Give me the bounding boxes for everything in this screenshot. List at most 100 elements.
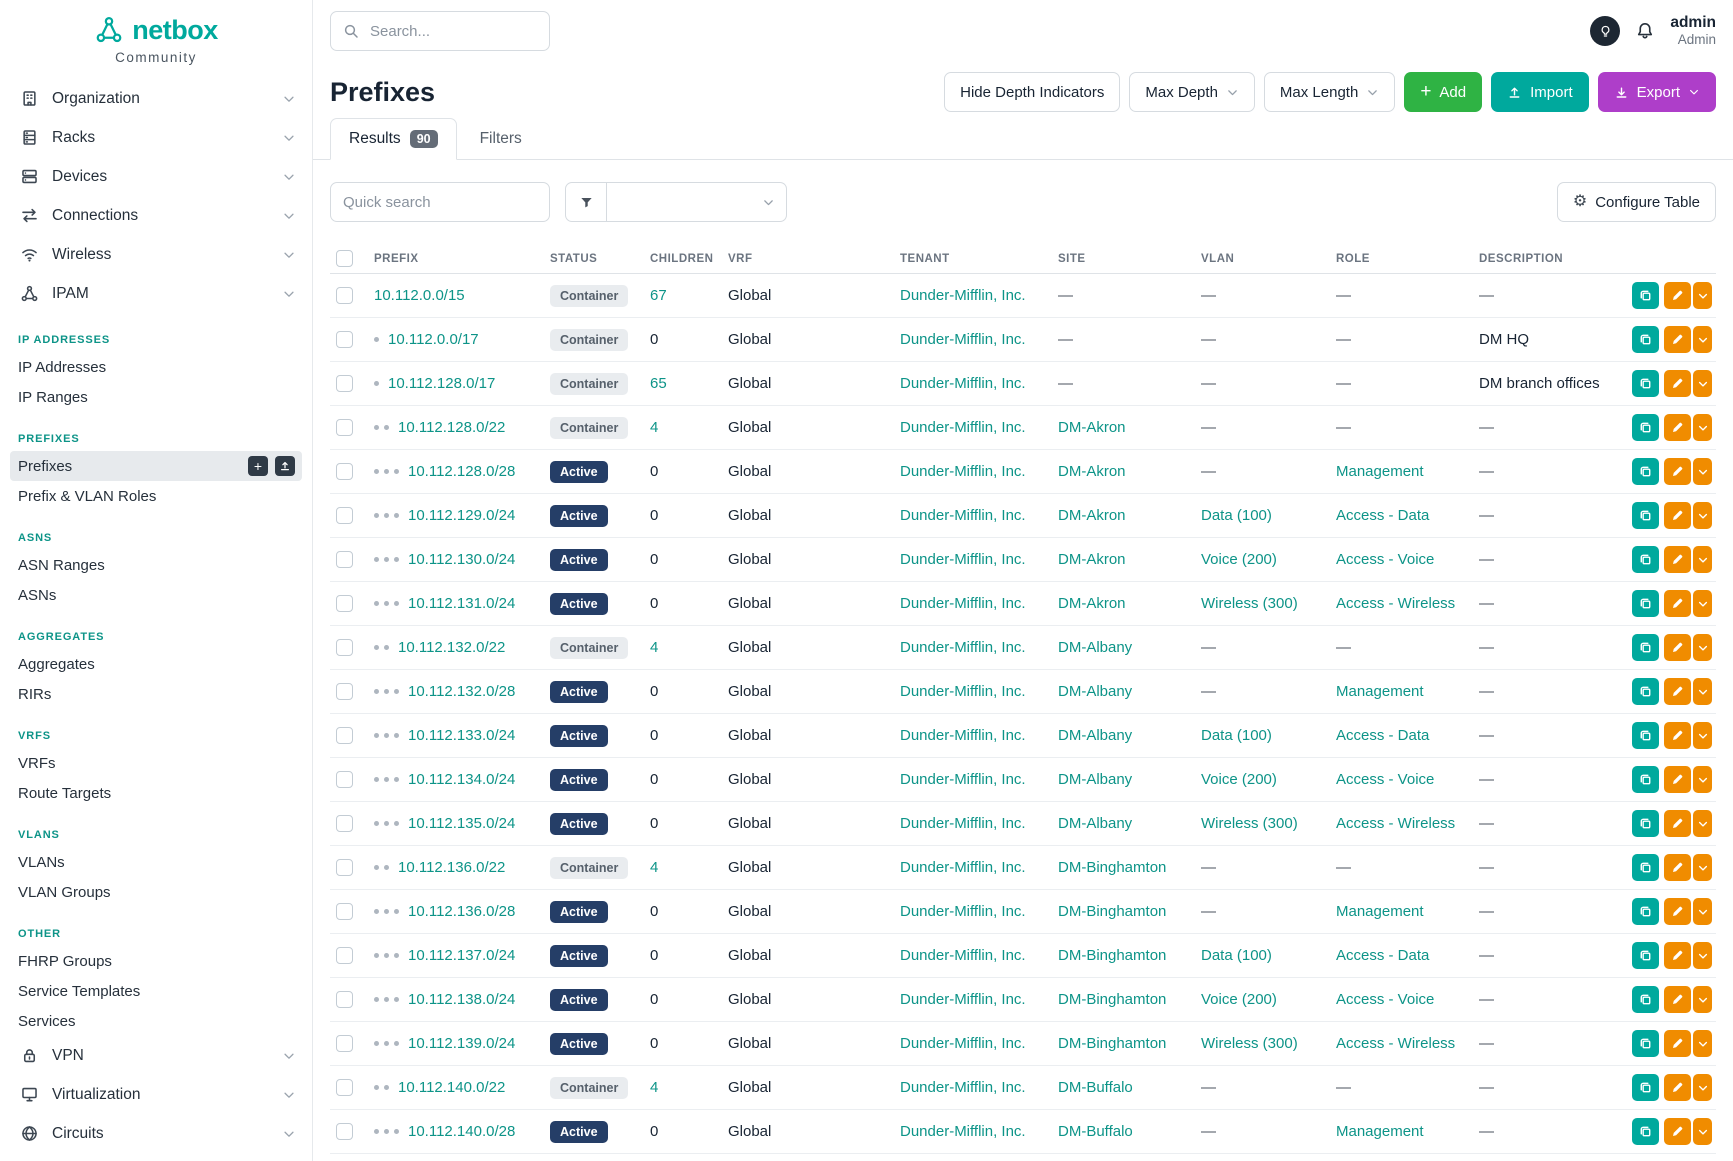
edit-dropdown-button[interactable] bbox=[1693, 414, 1712, 441]
edit-button[interactable] bbox=[1664, 854, 1691, 881]
role-link[interactable]: Access - Wireless bbox=[1336, 595, 1455, 612]
edit-dropdown-button[interactable] bbox=[1693, 810, 1712, 837]
sidebar-item-vrfs[interactable]: VRFs bbox=[0, 748, 312, 778]
row-checkbox[interactable] bbox=[336, 683, 353, 700]
edit-dropdown-button[interactable] bbox=[1693, 678, 1712, 705]
tenant-link[interactable]: Dunder-Mifflin, Inc. bbox=[900, 991, 1026, 1008]
vlan-link[interactable]: Wireless (300) bbox=[1201, 1035, 1298, 1052]
prefix-link[interactable]: 10.112.130.0/24 bbox=[408, 551, 515, 568]
tenant-link[interactable]: Dunder-Mifflin, Inc. bbox=[900, 859, 1026, 876]
role-link[interactable]: Access - Voice bbox=[1336, 771, 1434, 788]
sidebar-item-aggregates[interactable]: Aggregates bbox=[0, 649, 312, 679]
edit-button[interactable] bbox=[1664, 458, 1691, 485]
sidebar-item-vlan-groups[interactable]: VLAN Groups bbox=[0, 877, 312, 907]
sidebar-item-ip-ranges[interactable]: IP Ranges bbox=[0, 382, 312, 412]
tenant-link[interactable]: Dunder-Mifflin, Inc. bbox=[900, 595, 1026, 612]
tab-results[interactable]: Results 90 bbox=[330, 118, 457, 160]
edit-dropdown-button[interactable] bbox=[1693, 1030, 1712, 1057]
site-link[interactable]: DM-Albany bbox=[1058, 815, 1132, 832]
site-link[interactable]: DM-Akron bbox=[1058, 463, 1126, 480]
add-mini-button[interactable]: + bbox=[248, 456, 268, 476]
max-depth-dropdown[interactable]: Max Depth bbox=[1129, 72, 1255, 112]
copy-button[interactable] bbox=[1632, 854, 1659, 881]
edit-button[interactable] bbox=[1664, 986, 1691, 1013]
copy-button[interactable] bbox=[1632, 634, 1659, 661]
column-header-status[interactable]: STATUS bbox=[550, 253, 650, 265]
site-link[interactable]: DM-Buffalo bbox=[1058, 1123, 1133, 1140]
children-count-link[interactable]: 4 bbox=[650, 419, 658, 436]
copy-button[interactable] bbox=[1632, 986, 1659, 1013]
row-checkbox[interactable] bbox=[336, 507, 353, 524]
filter-button[interactable] bbox=[565, 182, 607, 222]
import-button[interactable]: Import bbox=[1491, 72, 1589, 112]
site-link[interactable]: DM-Albany bbox=[1058, 683, 1132, 700]
sidebar-item-connections[interactable]: Connections bbox=[0, 196, 312, 235]
edit-button[interactable] bbox=[1664, 678, 1691, 705]
row-checkbox[interactable] bbox=[336, 1123, 353, 1140]
sidebar-item-asn-ranges[interactable]: ASN Ranges bbox=[0, 550, 312, 580]
copy-button[interactable] bbox=[1632, 1118, 1659, 1145]
row-checkbox[interactable] bbox=[336, 331, 353, 348]
prefix-link[interactable]: 10.112.133.0/24 bbox=[408, 727, 515, 744]
max-length-dropdown[interactable]: Max Length bbox=[1264, 72, 1395, 112]
copy-button[interactable] bbox=[1632, 502, 1659, 529]
sidebar-item-asns[interactable]: ASNs bbox=[0, 580, 312, 610]
copy-button[interactable] bbox=[1632, 722, 1659, 749]
edit-button[interactable] bbox=[1664, 502, 1691, 529]
prefix-link[interactable]: 10.112.132.0/28 bbox=[408, 683, 515, 700]
sidebar-item-ip-addresses[interactable]: IP Addresses bbox=[0, 352, 312, 382]
edit-dropdown-button[interactable] bbox=[1693, 326, 1712, 353]
export-dropdown-button[interactable]: Export bbox=[1598, 72, 1716, 112]
hide-depth-indicators-button[interactable]: Hide Depth Indicators bbox=[944, 72, 1120, 112]
copy-button[interactable] bbox=[1632, 1030, 1659, 1057]
copy-button[interactable] bbox=[1632, 546, 1659, 573]
edit-dropdown-button[interactable] bbox=[1693, 634, 1712, 661]
prefix-link[interactable]: 10.112.129.0/24 bbox=[408, 507, 515, 524]
edit-button[interactable] bbox=[1664, 546, 1691, 573]
role-link[interactable]: Management bbox=[1336, 463, 1424, 480]
site-link[interactable]: DM-Buffalo bbox=[1058, 1079, 1133, 1096]
site-link[interactable]: DM-Binghamton bbox=[1058, 991, 1166, 1008]
site-link[interactable]: DM-Binghamton bbox=[1058, 947, 1166, 964]
tenant-link[interactable]: Dunder-Mifflin, Inc. bbox=[900, 287, 1026, 304]
site-link[interactable]: DM-Akron bbox=[1058, 551, 1126, 568]
edit-button[interactable] bbox=[1664, 414, 1691, 441]
prefix-link[interactable]: 10.112.136.0/28 bbox=[408, 903, 515, 920]
configure-table-button[interactable]: ⚙ Configure Table bbox=[1557, 182, 1716, 222]
edit-button[interactable] bbox=[1664, 766, 1691, 793]
filter-select[interactable] bbox=[607, 182, 787, 222]
tenant-link[interactable]: Dunder-Mifflin, Inc. bbox=[900, 815, 1026, 832]
tenant-link[interactable]: Dunder-Mifflin, Inc. bbox=[900, 1035, 1026, 1052]
sidebar-item-vlans[interactable]: VLANs bbox=[0, 847, 312, 877]
site-link[interactable]: DM-Binghamton bbox=[1058, 1035, 1166, 1052]
user-menu[interactable]: admin Admin bbox=[1670, 14, 1716, 49]
copy-button[interactable] bbox=[1632, 282, 1659, 309]
copy-button[interactable] bbox=[1632, 370, 1659, 397]
edit-dropdown-button[interactable] bbox=[1693, 986, 1712, 1013]
edit-dropdown-button[interactable] bbox=[1693, 282, 1712, 309]
tenant-link[interactable]: Dunder-Mifflin, Inc. bbox=[900, 419, 1026, 436]
vlan-link[interactable]: Data (100) bbox=[1201, 507, 1272, 524]
tenant-link[interactable]: Dunder-Mifflin, Inc. bbox=[900, 683, 1026, 700]
edit-button[interactable] bbox=[1664, 722, 1691, 749]
prefix-link[interactable]: 10.112.0.0/17 bbox=[388, 331, 479, 348]
children-count-link[interactable]: 4 bbox=[650, 639, 658, 656]
row-checkbox[interactable] bbox=[336, 419, 353, 436]
children-count-link[interactable]: 65 bbox=[650, 375, 667, 392]
copy-button[interactable] bbox=[1632, 590, 1659, 617]
children-count-link[interactable]: 4 bbox=[650, 859, 658, 876]
edit-button[interactable] bbox=[1664, 590, 1691, 617]
prefix-link[interactable]: 10.112.134.0/24 bbox=[408, 771, 515, 788]
search-input[interactable] bbox=[368, 22, 537, 41]
role-link[interactable]: Access - Voice bbox=[1336, 991, 1434, 1008]
sidebar-item-fhrp-groups[interactable]: FHRP Groups bbox=[0, 946, 312, 976]
prefix-link[interactable]: 10.112.136.0/22 bbox=[398, 859, 505, 876]
tenant-link[interactable]: Dunder-Mifflin, Inc. bbox=[900, 727, 1026, 744]
column-header-children[interactable]: CHILDREN bbox=[650, 253, 728, 265]
prefix-link[interactable]: 10.112.128.0/17 bbox=[388, 375, 495, 392]
row-checkbox[interactable] bbox=[336, 947, 353, 964]
vlan-link[interactable]: Data (100) bbox=[1201, 947, 1272, 964]
site-link[interactable]: DM-Albany bbox=[1058, 639, 1132, 656]
row-checkbox[interactable] bbox=[336, 903, 353, 920]
edit-dropdown-button[interactable] bbox=[1693, 854, 1712, 881]
